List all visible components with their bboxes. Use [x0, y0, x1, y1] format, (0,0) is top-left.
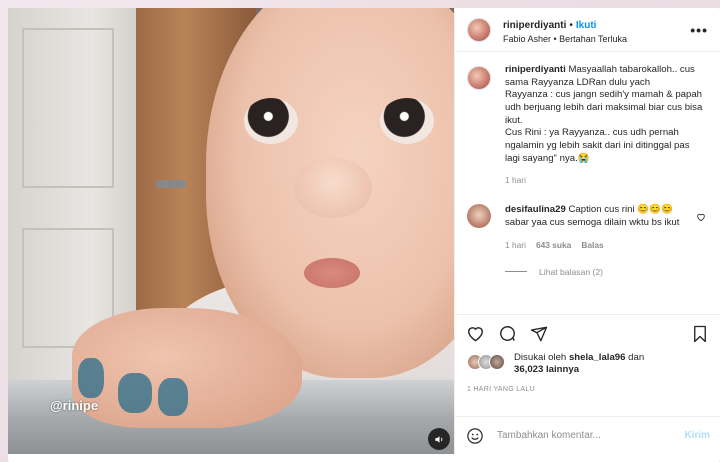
paper-plane-icon [530, 326, 548, 341]
avatar[interactable] [467, 66, 491, 90]
baby-eye-right [380, 98, 434, 144]
list-item: desifaulina29 Caption cus rini 😊😊😊 sabar… [467, 204, 706, 250]
post-header: riniperdiyanti • Ikuti Fabio Asher • Berta… [455, 8, 720, 52]
post-modal: @rinipe riniperdiyanti • Ikuti Fabio Asher… [8, 8, 720, 462]
baby-mouth [304, 258, 360, 288]
speaker-icon [434, 435, 442, 443]
door-handle [156, 180, 186, 188]
comment-like-button[interactable] [696, 212, 706, 224]
post-comment-button[interactable]: Kirim [684, 430, 710, 441]
comment-button[interactable] [497, 324, 517, 344]
heart-icon [697, 214, 705, 222]
avatar[interactable] [467, 17, 491, 42]
post-video[interactable]: @rinipe [8, 8, 454, 454]
avatar[interactable] [467, 204, 491, 229]
add-comment-bar: Kirim [455, 416, 720, 454]
like-button[interactable] [465, 324, 485, 344]
caption-time[interactable]: 1 hari [505, 175, 526, 186]
likes-summary: Disukai oleh shela_lala96 dan 36,023 lai… [455, 352, 720, 386]
comments-list[interactable]: riniperdiyanti Masyaallah tabarokalloh..… [455, 52, 720, 314]
audio-toggle-button[interactable] [428, 428, 450, 450]
post-side-panel: riniperdiyanti • Ikuti Fabio Asher • Berta… [454, 8, 720, 454]
caption-line-3: Cus Rini : ya Rayyanza.. cus udh pernah … [505, 127, 690, 164]
share-button[interactable] [529, 324, 549, 344]
save-button[interactable] [690, 324, 710, 344]
likes-count[interactable]: 36,023 [514, 364, 543, 375]
comment-input[interactable] [497, 430, 685, 441]
caption-line-2: Rayyanza : cus jangn sedih'y mamah & pap… [505, 89, 703, 126]
comment-time[interactable]: 1 hari [505, 240, 526, 251]
bookmark-icon [694, 325, 706, 342]
comment-icon [499, 326, 515, 341]
author-username[interactable]: riniperdiyanti [503, 20, 566, 31]
baby-nose [294, 158, 372, 218]
follow-button[interactable]: Ikuti [576, 20, 597, 31]
video-watermark: @rinipe [50, 398, 99, 413]
liker-username[interactable]: shela_lala96 [569, 352, 626, 363]
avatar [489, 354, 505, 370]
view-replies-button[interactable]: Lihat balasan (2) [505, 267, 706, 277]
caption-comment: riniperdiyanti Masyaallah tabarokalloh..… [467, 64, 706, 186]
liker-avatars [467, 354, 505, 370]
emoji-icon [467, 427, 483, 444]
more-options-icon[interactable]: ••• [690, 22, 708, 38]
post-timestamp[interactable]: 1 HARI YANG LALU [455, 386, 720, 416]
comment-likes[interactable]: 643 suka [536, 240, 571, 251]
separator-dot: • [569, 19, 573, 31]
baby-eye-left [244, 98, 298, 144]
caption-username[interactable]: riniperdiyanti [505, 64, 566, 75]
comment-username[interactable]: desifaulina29 [505, 204, 566, 215]
emoji-button[interactable] [465, 426, 485, 446]
heart-icon [467, 327, 483, 342]
reply-button[interactable]: Balas [581, 240, 603, 251]
audio-subtitle[interactable]: Fabio Asher • Bertahan Terluka [503, 34, 690, 45]
post-actions [455, 314, 720, 352]
baby-hand [72, 308, 302, 428]
